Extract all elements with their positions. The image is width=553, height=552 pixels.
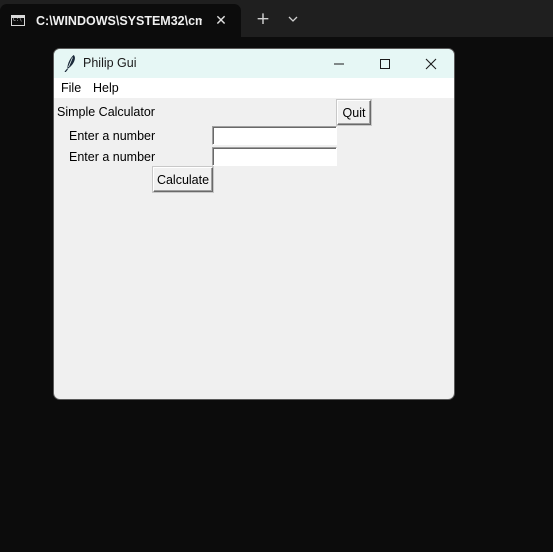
window-titlebar[interactable]: Philip Gui — [54, 49, 454, 78]
menu-file[interactable]: File — [61, 80, 81, 96]
feather-icon — [62, 54, 78, 73]
second-number-label: Enter a number — [69, 150, 156, 164]
tab-close-icon[interactable]: ✕ — [212, 12, 230, 30]
terminal-tab[interactable]: C:\ C:\WINDOWS\SYSTEM32\cmd ✕ — [0, 4, 241, 37]
calculator-heading: Simple Calculator — [57, 105, 155, 119]
window-title: Philip Gui — [83, 56, 137, 70]
maximize-button[interactable] — [362, 49, 408, 78]
quit-button[interactable]: Quit — [337, 100, 371, 125]
terminal-tab-title: C:\WINDOWS\SYSTEM32\cmd — [36, 14, 202, 28]
menu-bar: File Help — [54, 78, 454, 98]
chevron-down-icon[interactable] — [284, 10, 302, 28]
first-number-label: Enter a number — [69, 129, 156, 143]
minimize-button[interactable] — [316, 49, 362, 78]
second-number-input[interactable] — [212, 147, 337, 166]
maximize-icon — [380, 59, 390, 69]
menu-help[interactable]: Help — [93, 80, 119, 96]
command-prompt-icon: C:\ — [11, 15, 25, 26]
app-window: Philip Gui File Help Simple Calculator Q… — [54, 49, 454, 399]
calculate-button[interactable]: Calculate — [153, 167, 213, 192]
close-button[interactable] — [408, 49, 454, 78]
first-number-input[interactable] — [212, 126, 337, 145]
minimize-icon — [334, 63, 344, 65]
close-icon — [425, 58, 437, 70]
terminal-tab-strip: C:\ C:\WINDOWS\SYSTEM32\cmd ✕ + — [0, 0, 553, 37]
new-tab-icon[interactable]: + — [253, 9, 273, 29]
